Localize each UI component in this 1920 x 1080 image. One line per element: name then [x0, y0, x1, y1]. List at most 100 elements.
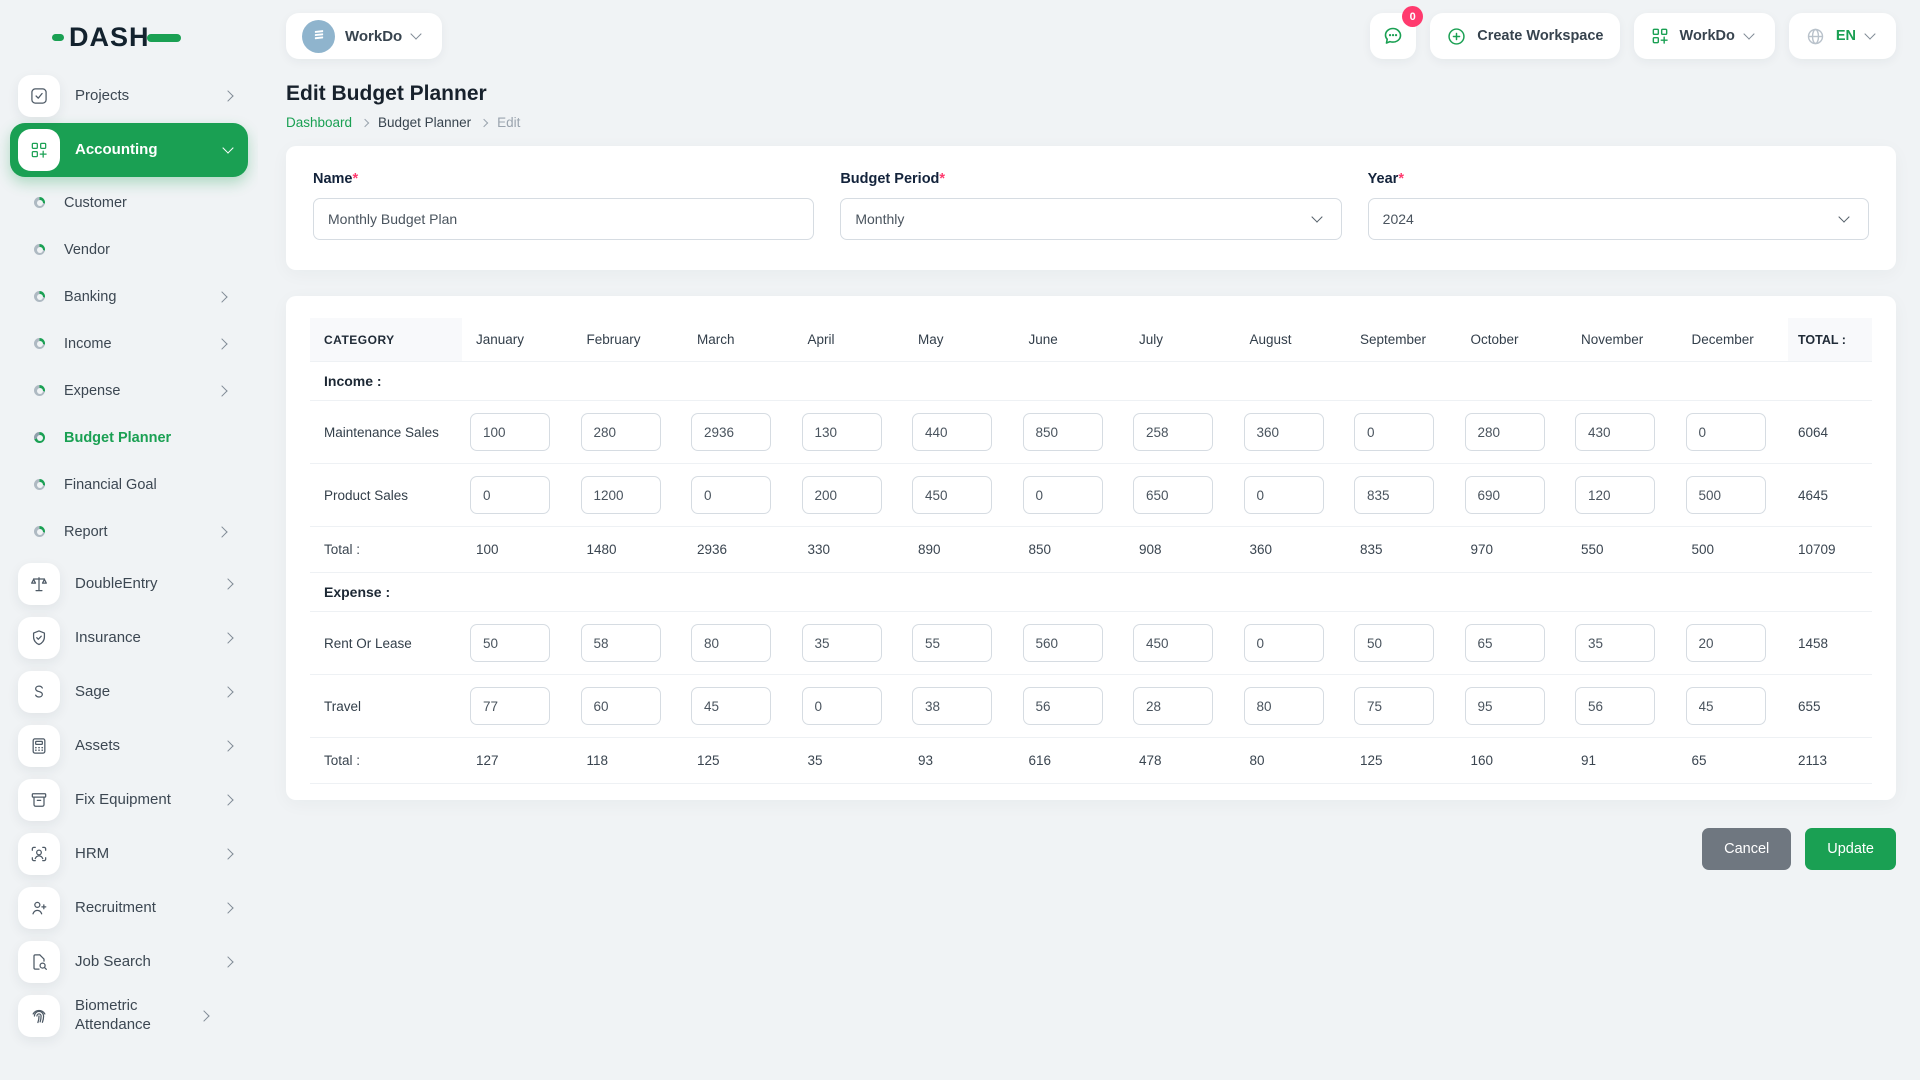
- budget-value-input[interactable]: [1464, 687, 1545, 725]
- budget-value-input[interactable]: [1354, 413, 1434, 451]
- chevron-right-icon: [222, 956, 234, 968]
- budget-value-input[interactable]: [691, 624, 771, 662]
- sidebar-item-doubleentry[interactable]: DoubleEntry: [10, 557, 248, 611]
- sidebar-item-expense[interactable]: Expense: [10, 367, 248, 414]
- budget-value-input[interactable]: [1243, 624, 1324, 662]
- create-workspace-button[interactable]: Create Workspace: [1430, 13, 1620, 59]
- breadcrumb-dashboard-link[interactable]: Dashboard: [286, 115, 352, 130]
- budget-value-input[interactable]: [691, 476, 771, 514]
- sidebar-item-accounting[interactable]: Accounting: [10, 123, 248, 177]
- budget-value-input[interactable]: [1464, 476, 1545, 514]
- budget-value-input[interactable]: [912, 413, 992, 451]
- budget-value-input[interactable]: [1575, 624, 1655, 662]
- budget-value-input[interactable]: [1685, 624, 1766, 662]
- cancel-button[interactable]: Cancel: [1702, 828, 1792, 870]
- budget-value-input[interactable]: [1133, 476, 1213, 514]
- sidebar-item-recruitment[interactable]: Recruitment: [10, 881, 248, 935]
- budget-value-input[interactable]: [1354, 624, 1434, 662]
- value-cell: [1125, 674, 1236, 738]
- budget-value-input[interactable]: [801, 687, 882, 725]
- month-total-value: 550: [1567, 526, 1678, 573]
- workspace-name: WorkDo: [345, 27, 403, 45]
- budget-value-input[interactable]: [1685, 687, 1766, 725]
- year-select[interactable]: 2024: [1367, 198, 1869, 240]
- budget-value-input[interactable]: [1575, 687, 1655, 725]
- sidebar-item-label: Job Search: [75, 952, 151, 970]
- budget-value-input[interactable]: [912, 624, 992, 662]
- budget-value-input[interactable]: [1685, 413, 1766, 451]
- sidebar-item-biometric-attendance[interactable]: Biometric Attendance: [10, 989, 248, 1043]
- budget-value-input[interactable]: [1464, 413, 1545, 451]
- user-menu-button[interactable]: WorkDo: [1633, 13, 1775, 59]
- value-cell: [1014, 400, 1125, 464]
- budget-value-input[interactable]: [1022, 476, 1103, 514]
- chevron-right-icon: [216, 525, 228, 538]
- budget-value-input[interactable]: [1243, 476, 1324, 514]
- sidebar-item-job-search[interactable]: Job Search: [10, 935, 248, 989]
- budget-value-input[interactable]: [1133, 624, 1213, 662]
- budget-value-input[interactable]: [470, 624, 550, 662]
- bullet-icon: [34, 244, 45, 255]
- sidebar-item-banking[interactable]: Banking: [10, 273, 248, 320]
- messages-button[interactable]: 0: [1370, 6, 1424, 59]
- budget-value-input[interactable]: [1464, 624, 1545, 662]
- sidebar-item-sage[interactable]: Sage: [10, 665, 248, 719]
- budget-value-input[interactable]: [691, 413, 771, 451]
- sidebar-item-vendor[interactable]: Vendor: [10, 226, 248, 273]
- sidebar-item-income[interactable]: Income: [10, 320, 248, 367]
- language-selector[interactable]: EN: [1788, 13, 1896, 59]
- update-button[interactable]: Update: [1805, 828, 1896, 870]
- budget-value-input[interactable]: [1685, 476, 1766, 514]
- budget-value-input[interactable]: [801, 413, 882, 451]
- month-total-value: 118: [572, 737, 683, 784]
- value-cell: [1235, 400, 1346, 464]
- logo-accent-dash: [146, 33, 181, 42]
- budget-value-input[interactable]: [912, 476, 992, 514]
- budget-value-input[interactable]: [1022, 624, 1103, 662]
- sidebar-item-report[interactable]: Report: [10, 508, 248, 555]
- workspace-selector[interactable]: WorkDo: [286, 13, 443, 59]
- sidebar-item-customer[interactable]: Customer: [10, 179, 248, 226]
- budget-value-input[interactable]: [470, 476, 550, 514]
- month-total-value: 835: [1346, 526, 1457, 573]
- sage-icon: [18, 671, 60, 713]
- budget-value-input[interactable]: [691, 687, 771, 725]
- sub-item-label: Income: [64, 335, 112, 352]
- name-field-group: Name*: [313, 171, 815, 240]
- breadcrumb-budget-planner-link[interactable]: Budget Planner: [378, 115, 471, 130]
- budget-value-input[interactable]: [470, 413, 550, 451]
- sidebar-item-assets[interactable]: Assets: [10, 719, 248, 773]
- totals-label: Total :: [310, 737, 462, 784]
- budget-value-input[interactable]: [580, 413, 661, 451]
- budget-value-input[interactable]: [580, 476, 661, 514]
- budget-period-select[interactable]: Monthly: [840, 198, 1342, 240]
- budget-value-input[interactable]: [1022, 413, 1103, 451]
- app-logo: DASH: [0, 0, 258, 63]
- value-cell: [683, 463, 794, 527]
- budget-value-input[interactable]: [580, 687, 661, 725]
- sidebar-item-financial-goal[interactable]: Financial Goal: [10, 461, 248, 508]
- budget-value-input[interactable]: [1354, 687, 1434, 725]
- budget-value-input[interactable]: [1243, 413, 1324, 451]
- budget-value-input[interactable]: [1133, 413, 1213, 451]
- sidebar-item-budget-planner[interactable]: Budget Planner: [10, 414, 248, 461]
- sidebar-item-projects[interactable]: Projects: [10, 69, 248, 123]
- name-input[interactable]: [313, 198, 815, 240]
- budget-value-input[interactable]: [1133, 687, 1213, 725]
- budget-value-input[interactable]: [580, 624, 661, 662]
- bullet-icon: [34, 385, 45, 396]
- budget-value-input[interactable]: [1575, 413, 1655, 451]
- budget-value-input[interactable]: [1354, 476, 1434, 514]
- budget-value-input[interactable]: [1243, 687, 1324, 725]
- budget-value-input[interactable]: [912, 687, 992, 725]
- sidebar-item-insurance[interactable]: Insurance: [10, 611, 248, 665]
- budget-value-input[interactable]: [801, 476, 882, 514]
- budget-value-input[interactable]: [1022, 687, 1103, 725]
- budget-table: CATEGORY January February March April May June…: [310, 318, 1872, 784]
- budget-value-input[interactable]: [801, 624, 882, 662]
- sidebar-item-fix-equipment[interactable]: Fix Equipment: [10, 773, 248, 827]
- sub-item-label: Financial Goal: [64, 476, 157, 493]
- sidebar-item-hrm[interactable]: HRM: [10, 827, 248, 881]
- budget-value-input[interactable]: [470, 687, 550, 725]
- budget-value-input[interactable]: [1575, 476, 1655, 514]
